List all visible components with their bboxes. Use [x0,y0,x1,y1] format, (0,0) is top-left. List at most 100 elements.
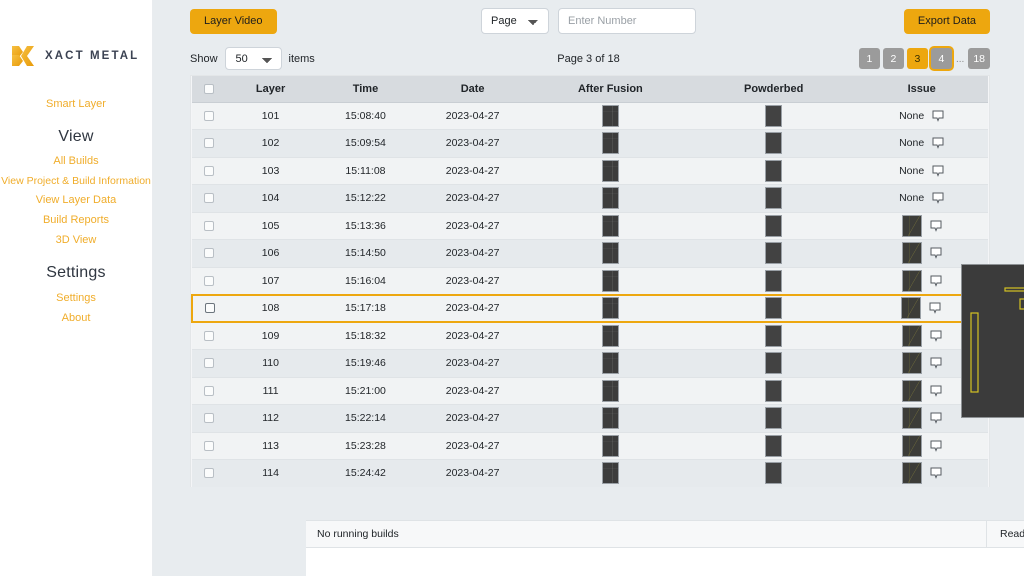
after-fusion-thumbnail[interactable] [602,215,619,237]
column-header-issue[interactable]: Issue [855,76,988,102]
row-checkbox[interactable] [204,331,214,341]
sidebar-item-build-reports[interactable]: Build Reports [0,211,152,231]
comment-bubble-icon[interactable] [930,247,942,259]
brand-logo[interactable]: XACT METAL [0,0,152,68]
table-row[interactable]: 11115:21:002023-04-27 [192,377,988,405]
powderbed-thumbnail[interactable] [765,462,782,484]
issue-thumbnail[interactable] [902,407,922,429]
issue-thumbnail[interactable] [902,380,922,402]
after-fusion-thumbnail[interactable] [602,132,619,154]
layer-video-button[interactable]: Layer Video [190,9,277,34]
page-button-4[interactable]: 4 [931,48,952,69]
issue-thumbnail[interactable] [902,242,922,264]
powderbed-thumbnail[interactable] [765,132,782,154]
issue-thumbnail[interactable] [902,215,922,237]
column-header-after-fusion[interactable]: After Fusion [529,76,692,102]
row-checkbox[interactable] [204,248,214,258]
after-fusion-thumbnail[interactable] [602,187,619,209]
table-row[interactable]: 11015:19:462023-04-27 [192,350,988,378]
comment-bubble-icon[interactable] [930,275,942,287]
comment-bubble-icon[interactable] [930,412,942,424]
row-checkbox[interactable] [204,221,214,231]
sidebar-item-about[interactable]: About [0,308,152,328]
table-row[interactable]: 11315:23:282023-04-27 [192,432,988,460]
after-fusion-thumbnail[interactable] [602,160,619,182]
after-fusion-thumbnail[interactable] [602,242,619,264]
jump-mode-select[interactable]: Page Layer [481,8,549,34]
column-header-time[interactable]: Time [314,76,416,102]
table-row[interactable]: 11215:22:142023-04-27 [192,405,988,433]
row-checkbox[interactable] [204,111,214,121]
after-fusion-thumbnail[interactable] [602,380,619,402]
comment-bubble-icon[interactable] [930,385,942,397]
table-row[interactable]: 10615:14:502023-04-27 [192,240,988,268]
comment-bubble-icon[interactable] [929,302,941,314]
sidebar-item-all-builds[interactable]: All Builds [0,152,152,172]
powderbed-thumbnail[interactable] [765,407,782,429]
layer-data-table-container[interactable]: Layer Time Date After Fusion Powderbed I… [190,75,990,487]
table-row[interactable]: 10215:09:542023-04-27None [192,130,988,158]
table-row[interactable]: 10415:12:222023-04-27None [192,185,988,213]
powderbed-thumbnail[interactable] [765,352,782,374]
after-fusion-thumbnail[interactable] [602,105,619,127]
row-checkbox[interactable] [204,358,214,368]
after-fusion-thumbnail[interactable] [602,407,619,429]
powderbed-thumbnail[interactable] [765,242,782,264]
powderbed-thumbnail[interactable] [765,215,782,237]
sidebar-item-view-layer-data[interactable]: View Layer Data [0,191,152,211]
comment-bubble-icon[interactable] [930,440,942,452]
issue-thumbnail[interactable] [902,325,922,347]
page-button-1[interactable]: 1 [859,48,880,69]
sidebar-item-settings[interactable]: Settings [0,288,152,308]
export-data-button[interactable]: Export Data [904,9,990,34]
after-fusion-thumbnail[interactable] [602,270,619,292]
powderbed-thumbnail[interactable] [765,270,782,292]
column-header-date[interactable]: Date [416,76,528,102]
powderbed-thumbnail[interactable] [765,187,782,209]
row-checkbox[interactable] [204,386,214,396]
row-checkbox[interactable] [204,441,214,451]
comment-bubble-icon[interactable] [932,192,944,204]
column-header-powderbed[interactable]: Powderbed [692,76,855,102]
powderbed-thumbnail[interactable] [765,160,782,182]
comment-bubble-icon[interactable] [930,330,942,342]
powderbed-thumbnail[interactable] [765,435,782,457]
powderbed-thumbnail[interactable] [765,297,782,319]
comment-bubble-icon[interactable] [932,165,944,177]
page-size-select[interactable]: 10 25 50 100 [225,47,282,70]
sidebar-item-smart-layer[interactable]: Smart Layer [0,94,152,114]
comment-bubble-icon[interactable] [932,110,944,122]
issue-thumbnail[interactable] [902,270,922,292]
powderbed-thumbnail[interactable] [765,380,782,402]
comment-bubble-icon[interactable] [930,467,942,479]
after-fusion-thumbnail[interactable] [602,297,619,319]
issue-thumbnail[interactable] [902,462,922,484]
comment-bubble-icon[interactable] [930,220,942,232]
comment-bubble-icon[interactable] [930,357,942,369]
row-checkbox[interactable] [204,138,214,148]
table-row[interactable]: 10915:18:322023-04-27 [192,322,988,350]
page-button-3[interactable]: 3 [907,48,928,69]
table-row[interactable]: 10515:13:362023-04-27 [192,212,988,240]
jump-number-input[interactable] [558,8,696,34]
row-checkbox[interactable] [204,468,214,478]
select-all-checkbox[interactable] [204,84,214,94]
sidebar-item-view-project-build-information[interactable]: View Project & Build Information [0,172,152,191]
powderbed-thumbnail[interactable] [765,325,782,347]
page-button-18[interactable]: 18 [968,48,990,69]
powderbed-thumbnail[interactable] [765,105,782,127]
issue-thumbnail[interactable] [902,352,922,374]
after-fusion-thumbnail[interactable] [602,352,619,374]
issue-thumbnail[interactable] [901,297,921,319]
table-row[interactable]: 11415:24:422023-04-27 [192,460,988,488]
after-fusion-thumbnail[interactable] [602,325,619,347]
row-checkbox[interactable] [204,413,214,423]
table-row[interactable]: 10315:11:082023-04-27None [192,157,988,185]
table-row[interactable]: 10115:08:402023-04-27None [192,102,988,130]
comment-bubble-icon[interactable] [932,137,944,149]
layer-image-preview[interactable] [961,264,1024,418]
row-checkbox[interactable] [204,166,214,176]
sidebar-item-3d-view[interactable]: 3D View [0,231,152,251]
issue-thumbnail[interactable] [902,435,922,457]
row-checkbox[interactable] [205,303,215,313]
